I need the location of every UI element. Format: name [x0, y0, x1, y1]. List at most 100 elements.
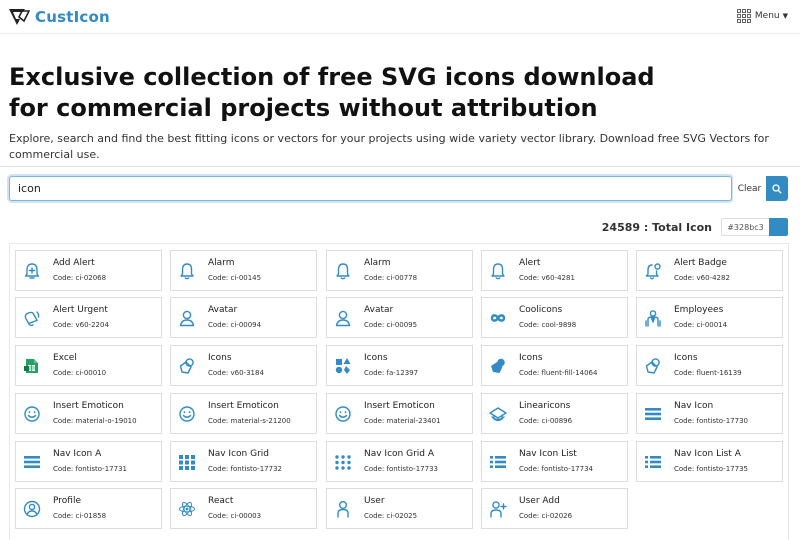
brand-logo[interactable]: CustIcon — [8, 6, 110, 28]
icon-card-code: Code: ci-00778 — [364, 274, 418, 282]
icon-card-code: Code: ci-00896 — [519, 417, 573, 425]
icon-card-code: Code: v60-3184 — [208, 369, 264, 377]
shapes-icon — [645, 358, 660, 374]
icon-card[interactable]: Avatar Code: ci-00094 — [170, 297, 317, 338]
employees-icon — [645, 310, 661, 327]
icon-card-name: React — [208, 496, 234, 506]
icon-card[interactable]: Add Alert Code: ci-02068 — [15, 250, 162, 291]
bell-icon — [180, 263, 194, 280]
icon-card[interactable]: Alert Code: v60-4281 — [481, 250, 628, 291]
icon-card[interactable]: Profile Code: ci-01858 — [15, 488, 162, 529]
grid-dots-icon — [335, 455, 351, 470]
icon-card-name: Insert Emoticon — [364, 401, 435, 411]
excel-icon — [24, 359, 38, 373]
icon-card-code: Code: material-23401 — [364, 417, 441, 425]
icon-card[interactable]: User Add Code: ci-02026 — [481, 488, 628, 529]
icon-card-code: Code: ci-00095 — [364, 321, 418, 329]
emoticon-icon — [24, 406, 40, 422]
icon-card-code: Code: fontisto-17735 — [674, 465, 748, 473]
search-field[interactable] — [9, 176, 732, 201]
icon-card-code: Code: fluent-16139 — [674, 369, 742, 377]
icon-card[interactable]: Alarm Code: ci-00778 — [326, 250, 473, 291]
icon-card-code: Code: ci-01858 — [53, 512, 107, 520]
icon-card-name: Icons — [208, 353, 232, 363]
icon-card-code: Code: cool-9898 — [519, 321, 577, 329]
avatar-icon — [179, 310, 195, 327]
total-icon-count: 24589 : Total Icon — [601, 221, 712, 234]
icon-card[interactable]: Nav Icon A Code: fontisto-17731 — [15, 441, 162, 482]
icon-card[interactable]: Icons Code: fluent-16139 — [636, 345, 783, 386]
grid-squares-icon — [179, 455, 195, 470]
nav-bars-icon — [24, 456, 40, 468]
shapes-icon — [179, 358, 194, 374]
clear-button[interactable]: Clear — [733, 176, 766, 201]
icon-card-name: Nav Icon List A — [674, 449, 741, 459]
brand-name: CustIcon — [35, 8, 110, 26]
icon-card-name: Avatar — [364, 305, 394, 315]
icon-card[interactable]: Insert Emoticon Code: material-o-19010 — [15, 393, 162, 434]
icon-card-code: Code: fontisto-17733 — [364, 465, 438, 473]
shapes-solid-icon — [335, 358, 351, 374]
icon-card-code: Code: ci-00094 — [208, 321, 262, 329]
icon-card[interactable]: Nav Icon List Code: fontisto-17734 — [481, 441, 628, 482]
react-icon — [179, 501, 195, 517]
icon-card[interactable]: Coolicons Code: cool-9898 — [481, 297, 628, 338]
icon-card[interactable]: Alert Urgent Code: v60-2204 — [15, 297, 162, 338]
avatar-icon — [335, 310, 351, 327]
grid-menu-icon — [736, 9, 751, 23]
icon-card[interactable]: Nav Icon Grid Code: fontisto-17732 — [170, 441, 317, 482]
linearicons-icon — [489, 407, 507, 422]
icon-card[interactable]: Insert Emoticon Code: material-23401 — [326, 393, 473, 434]
icon-card-code: Code: v60-4282 — [674, 274, 730, 282]
page-subtext: Explore, search and find the best fittin… — [9, 132, 769, 161]
custicon-logo-icon — [9, 9, 30, 25]
icon-card[interactable]: Nav Icon Code: fontisto-17730 — [636, 393, 783, 434]
color-value-input[interactable]: #328bc3 — [721, 218, 769, 236]
icon-card[interactable]: Linearicons Code: ci-00896 — [481, 393, 628, 434]
menu-button[interactable]: Menu ▼ — [736, 9, 788, 23]
icon-card[interactable]: Alert Badge Code: v60-4282 — [636, 250, 783, 291]
infinity-icon — [490, 314, 506, 322]
icon-card-code: Code: ci-00145 — [208, 274, 262, 282]
icon-card[interactable]: User Code: ci-02025 — [326, 488, 473, 529]
icon-card-code: Code: v60-4281 — [519, 274, 575, 282]
icon-card-name: Alarm — [208, 258, 235, 268]
top-navbar: CustIcon Menu ▼ — [0, 0, 800, 34]
color-picker-swatch[interactable] — [769, 218, 788, 236]
icon-card-code: Code: ci-00003 — [208, 512, 262, 520]
icon-card[interactable]: Nav Icon List A Code: fontisto-17735 — [636, 441, 783, 482]
icon-card[interactable]: Insert Emoticon Code: material-s-21200 — [170, 393, 317, 434]
user-add-icon — [490, 501, 507, 518]
icon-card-name: Insert Emoticon — [208, 401, 279, 411]
icon-card-name: User — [364, 496, 385, 506]
icon-card-code: Code: ci-00014 — [674, 321, 728, 329]
icon-card-name: Alert — [519, 258, 541, 268]
icon-card-name: Nav Icon List — [519, 449, 577, 459]
caret-down-icon: ▼ — [782, 12, 788, 20]
icon-card[interactable]: Avatar Code: ci-00095 — [326, 297, 473, 338]
search-button[interactable] — [766, 176, 788, 201]
icon-card-code: Code: fontisto-17734 — [519, 465, 593, 473]
icon-card-code: Code: v60-2204 — [53, 321, 109, 329]
icon-card[interactable]: React Code: ci-00003 — [170, 488, 317, 529]
headline-line-1: Exclusive collection of free SVG icons d… — [9, 63, 655, 91]
icon-card[interactable]: Icons Code: v60-3184 — [170, 345, 317, 386]
search-input[interactable] — [10, 177, 731, 200]
menu-label: Menu — [754, 11, 780, 21]
icon-card[interactable]: Nav Icon Grid A Code: fontisto-17733 — [326, 441, 473, 482]
icon-card[interactable]: Icons Code: fluent-fill-14064 — [481, 345, 628, 386]
emoticon-icon — [179, 406, 195, 422]
icon-card-code: Code: fluent-fill-14064 — [519, 369, 598, 377]
icon-card-name: Avatar — [208, 305, 238, 315]
nav-list-icon — [490, 456, 506, 468]
icon-card[interactable]: Excel Code: ci-00010 — [15, 345, 162, 386]
icon-card-name: Icons — [519, 353, 543, 363]
search-icon — [772, 183, 782, 194]
icon-card[interactable]: Employees Code: ci-00014 — [636, 297, 783, 338]
icon-card-name: Nav Icon — [674, 401, 714, 411]
icon-card-code: Code: ci-00010 — [53, 369, 107, 377]
bell-icon — [491, 263, 505, 280]
icon-card[interactable]: Alarm Code: ci-00145 — [170, 250, 317, 291]
icon-card[interactable]: Icons Code: fa-12397 — [326, 345, 473, 386]
icon-card-name: Nav Icon A — [53, 449, 102, 459]
